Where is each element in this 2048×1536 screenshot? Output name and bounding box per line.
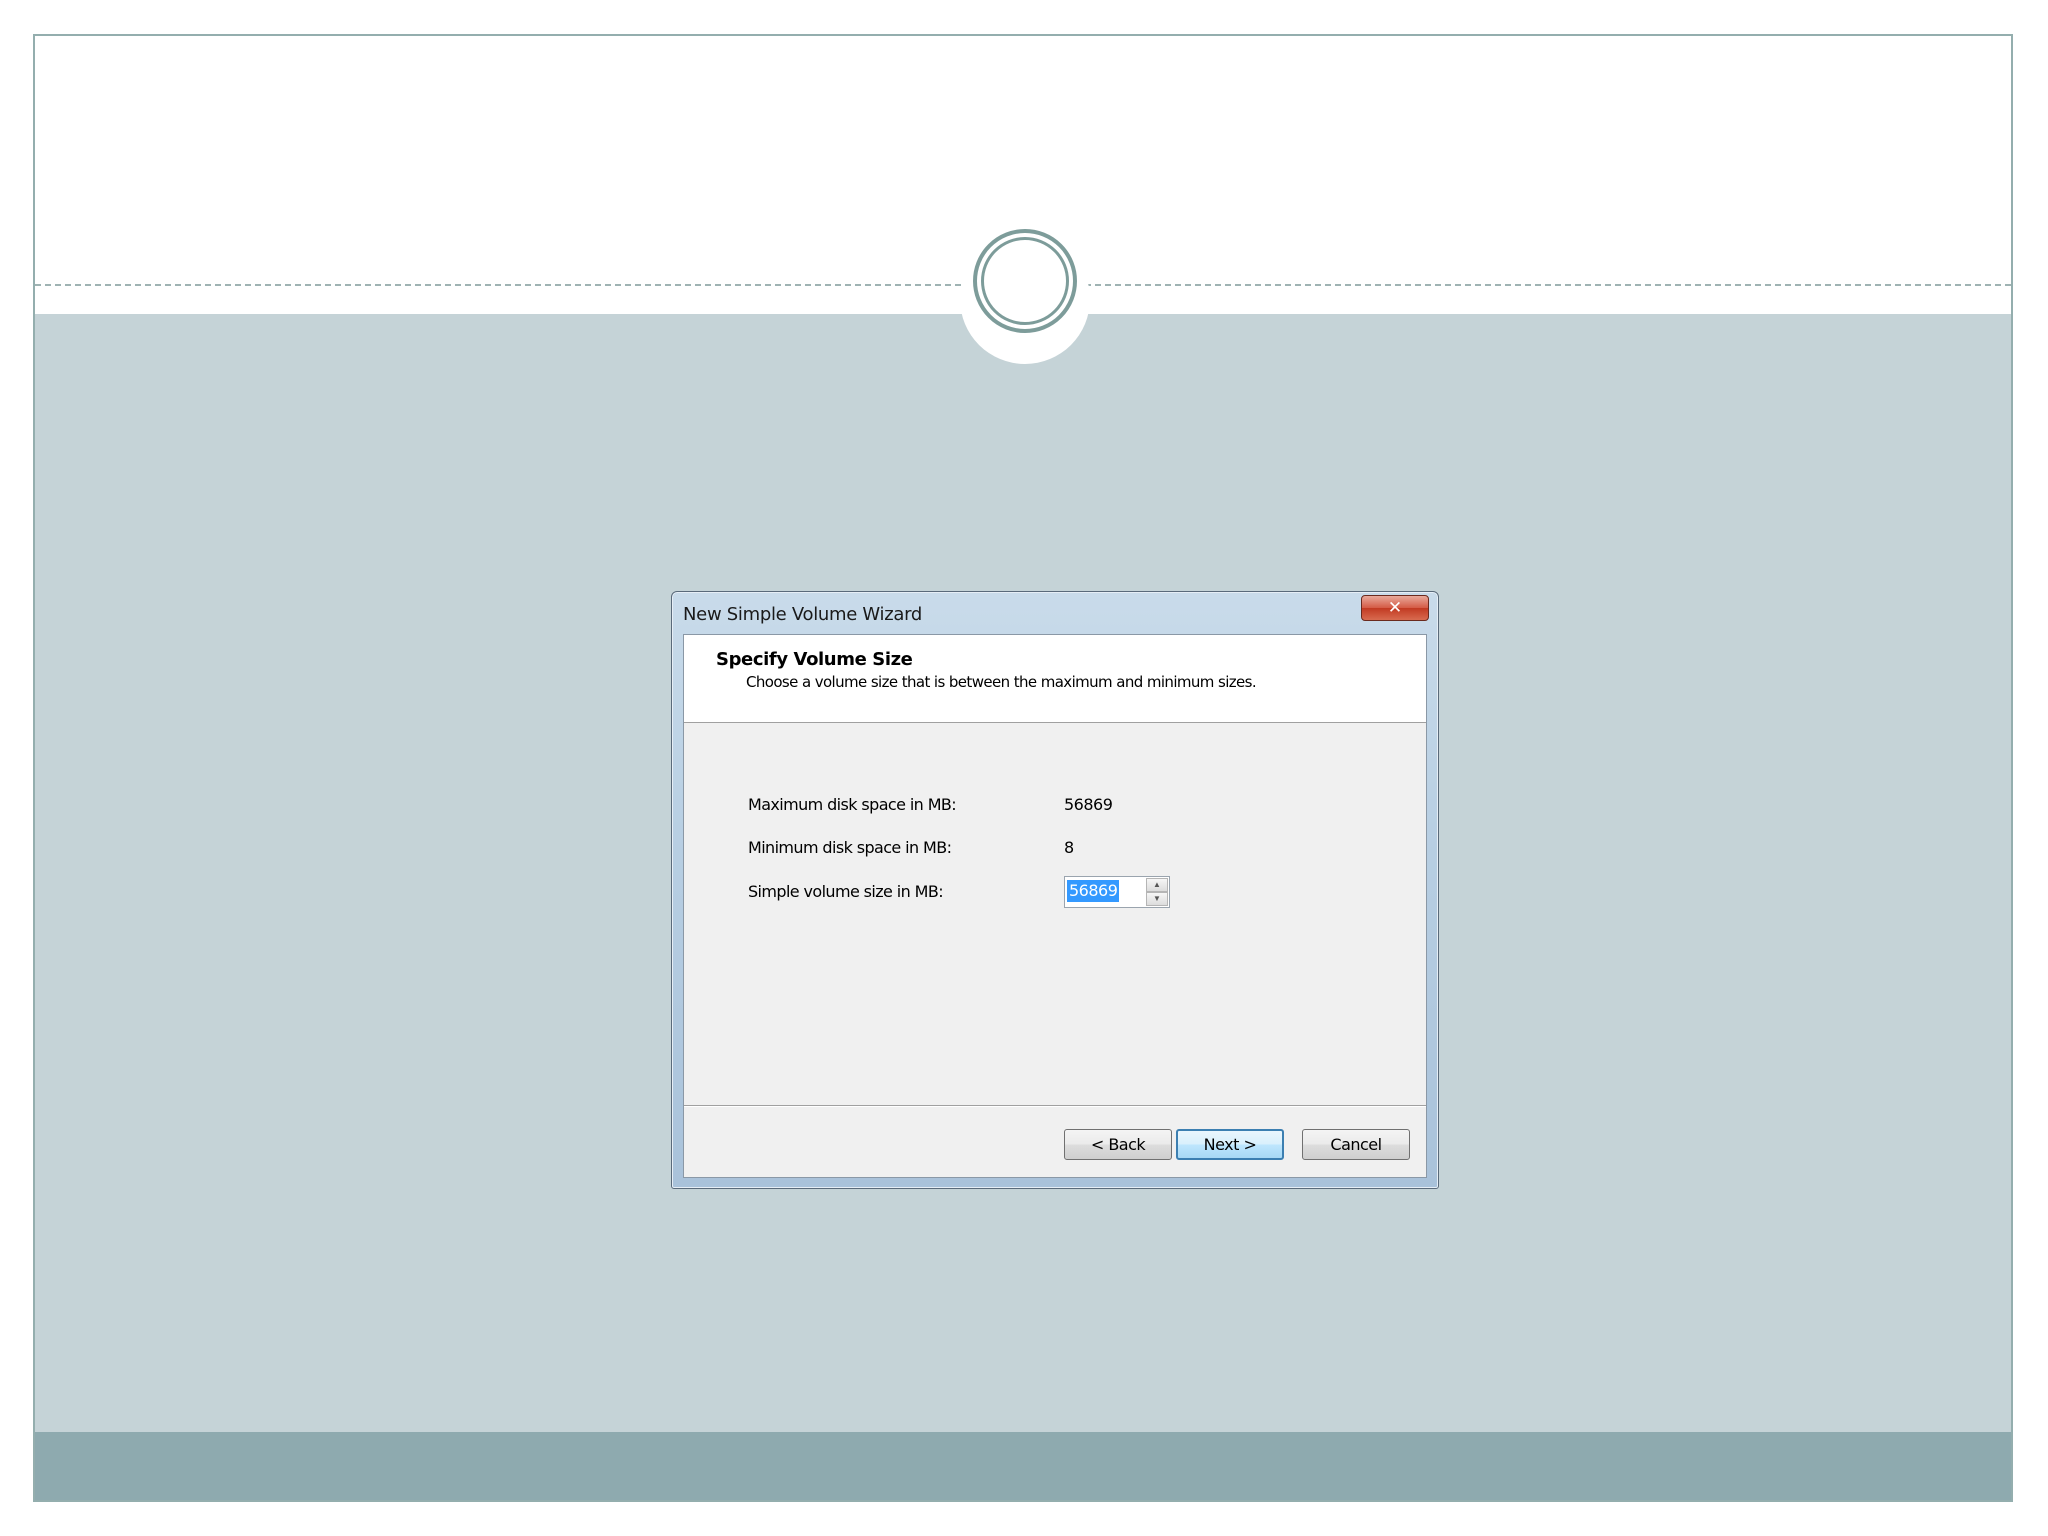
- new-simple-volume-wizard-dialog: New Simple Volume Wizard ✕ Specify Volum…: [671, 591, 1439, 1189]
- footer-divider: [684, 1105, 1426, 1107]
- max-disk-space-value: 56869: [1064, 795, 1113, 814]
- slide-footer-band: [35, 1432, 2011, 1500]
- next-button[interactable]: Next >: [1176, 1129, 1284, 1160]
- close-button[interactable]: ✕: [1361, 595, 1429, 621]
- cancel-button[interactable]: Cancel: [1302, 1129, 1410, 1160]
- max-disk-space-label: Maximum disk space in MB:: [748, 795, 957, 814]
- dialog-titlebar[interactable]: New Simple Volume Wizard ✕: [672, 592, 1438, 634]
- spin-down-arrow-icon[interactable]: ▼: [1146, 892, 1168, 906]
- volume-size-stepper[interactable]: 56869 ▲ ▼: [1064, 876, 1170, 908]
- dialog-title: New Simple Volume Wizard: [683, 604, 923, 625]
- ornament-inner-circle: [981, 237, 1069, 325]
- close-icon: ✕: [1387, 598, 1403, 618]
- wizard-page-header: Specify Volume Size Choose a volume size…: [684, 635, 1426, 723]
- volume-size-input[interactable]: 56869: [1067, 880, 1120, 902]
- min-disk-space-label: Minimum disk space in MB:: [748, 838, 952, 857]
- slide: New Simple Volume Wizard ✕ Specify Volum…: [33, 34, 2013, 1502]
- spin-up-arrow-icon[interactable]: ▲: [1146, 878, 1168, 892]
- volume-size-label: Simple volume size in MB:: [748, 882, 944, 901]
- page-title: Specify Volume Size: [716, 649, 913, 670]
- back-button[interactable]: < Back: [1064, 1129, 1172, 1160]
- page-description: Choose a volume size that is between the…: [746, 673, 1257, 691]
- min-disk-space-value: 8: [1064, 838, 1074, 857]
- dialog-client-area: Specify Volume Size Choose a volume size…: [683, 634, 1427, 1178]
